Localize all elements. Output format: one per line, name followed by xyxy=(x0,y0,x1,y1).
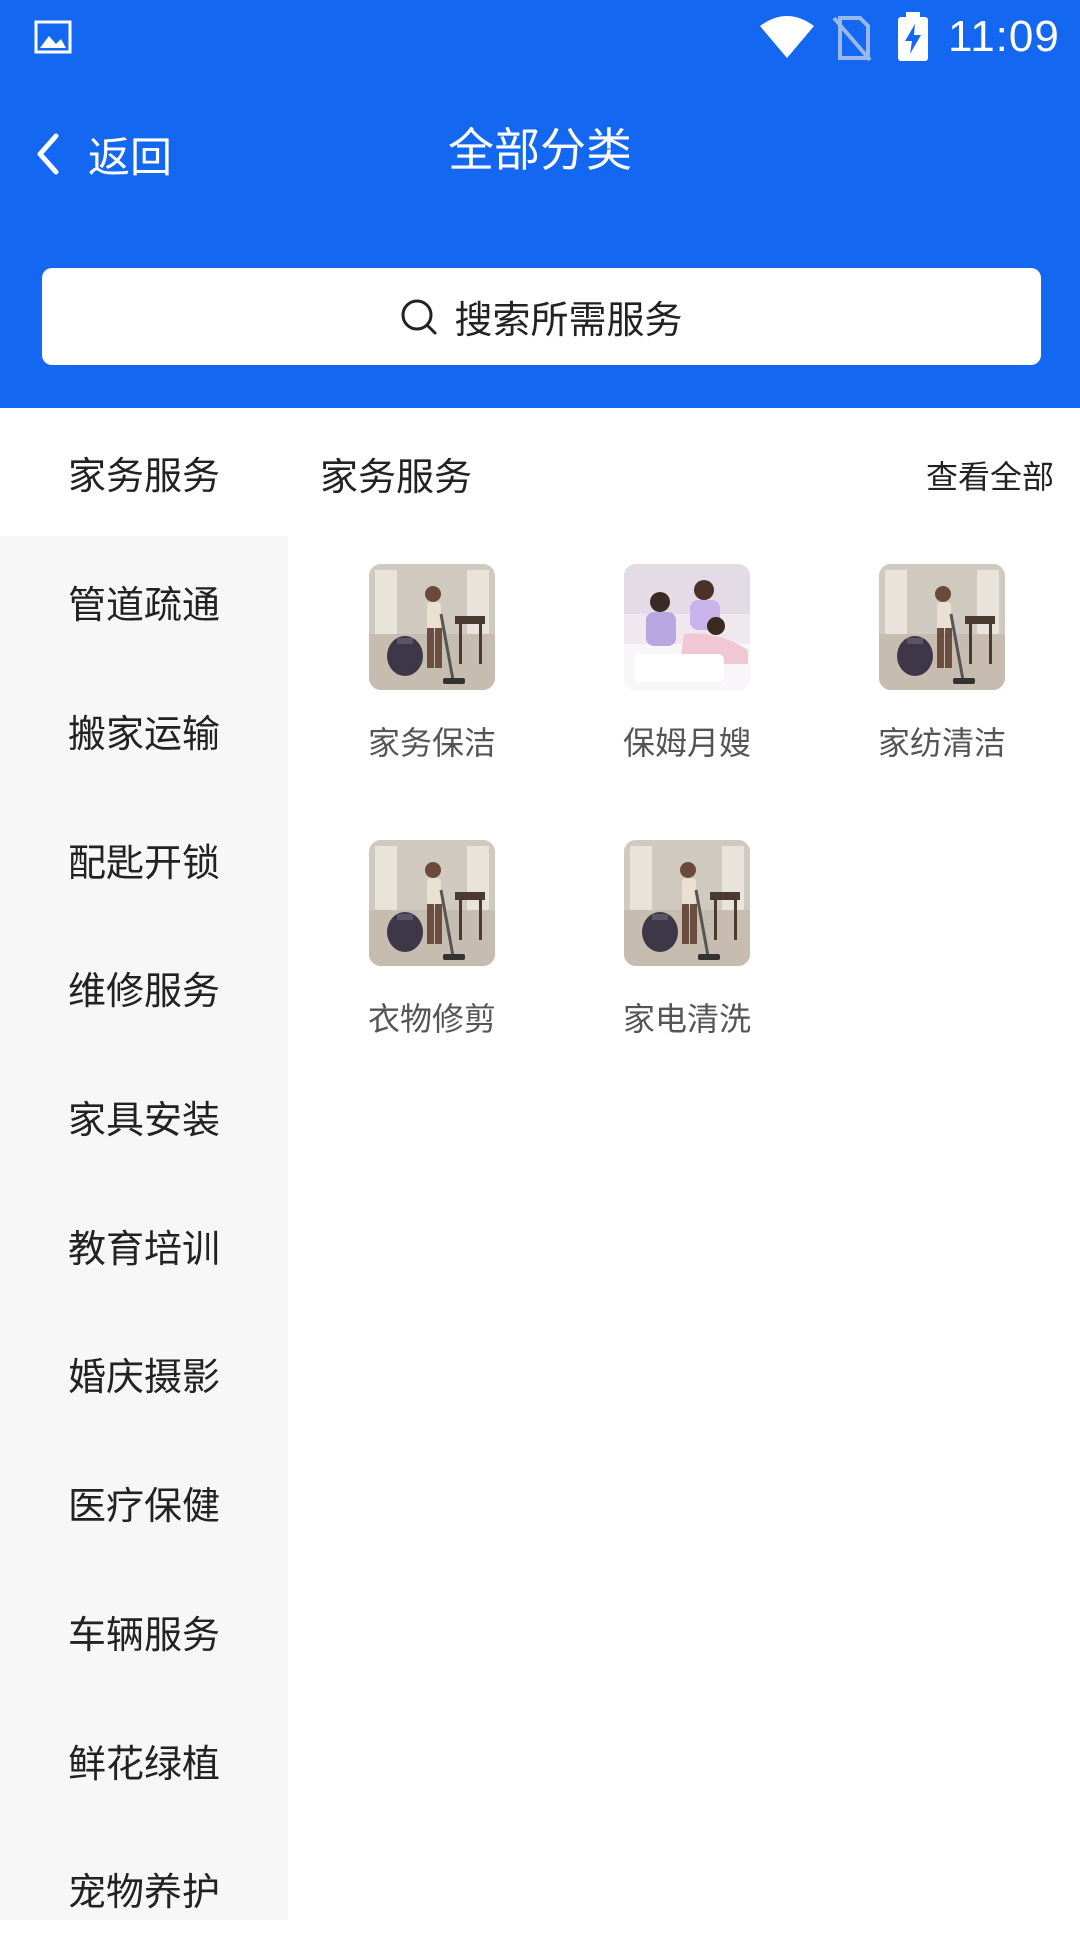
vacuum-cleaning-photo xyxy=(369,840,495,966)
vacuum-cleaning-photo xyxy=(879,564,1005,690)
search-icon xyxy=(401,299,437,334)
service-item-label: 家电清洗 xyxy=(622,1000,751,1038)
category-sidebar: 家务服务 管道疏通 搬家运输 配匙开锁 维修服务 家具安装 教育培训 婚庆摄影 … xyxy=(0,408,288,1920)
search-placeholder: 搜索所需服务 xyxy=(454,298,683,342)
section-title: 家务服务 xyxy=(320,455,473,499)
service-item-label: 保姆月嫂 xyxy=(622,724,751,762)
sidebar-item-repair[interactable]: 维修服务 xyxy=(0,923,288,1051)
service-item-label: 衣物修剪 xyxy=(367,1000,496,1038)
no-sim-icon xyxy=(832,16,872,62)
status-bar: 11:09 xyxy=(0,0,1080,78)
battery-charging-icon xyxy=(898,12,928,61)
service-item-housekeeping[interactable]: 家务保洁 xyxy=(332,564,532,764)
vacuum-cleaning-photo xyxy=(624,840,750,966)
page-title: 全部分类 xyxy=(448,123,632,177)
service-item-label: 家务保洁 xyxy=(367,724,496,762)
sidebar-item-household[interactable]: 家务服务 xyxy=(0,408,288,536)
sidebar-item-moving[interactable]: 搬家运输 xyxy=(0,666,288,794)
nanny-care-photo xyxy=(624,564,750,690)
service-item-appliance-cleaning[interactable]: 家电清洗 xyxy=(587,840,787,1040)
service-item-label: 家纺清洁 xyxy=(877,724,1006,762)
sidebar-item-education[interactable]: 教育培训 xyxy=(0,1181,288,1309)
sidebar-item-flowers[interactable]: 鲜花绿植 xyxy=(0,1696,288,1824)
header: 11:09 返回 全部分类 搜索所需服务 xyxy=(0,0,1080,408)
sidebar-item-pet-care[interactable]: 宠物养护 xyxy=(0,1824,288,1952)
sidebar-item-vehicle[interactable]: 车辆服务 xyxy=(0,1567,288,1695)
sidebar-item-pipe-dredging[interactable]: 管道疏通 xyxy=(0,537,288,665)
search-input[interactable]: 搜索所需服务 xyxy=(42,268,1041,365)
sidebar-item-furniture-install[interactable]: 家具安装 xyxy=(0,1052,288,1180)
view-all-link[interactable]: 查看全部 xyxy=(926,452,1054,498)
wifi-icon xyxy=(760,16,814,58)
service-item-nanny[interactable]: 保姆月嫂 xyxy=(587,564,787,764)
service-item-textile-cleaning[interactable]: 家纺清洁 xyxy=(842,564,1042,764)
sidebar-item-wedding-photo[interactable]: 婚庆摄影 xyxy=(0,1309,288,1437)
vacuum-cleaning-photo xyxy=(369,564,495,690)
sidebar-item-locksmith[interactable]: 配匙开锁 xyxy=(0,795,288,923)
sidebar-item-healthcare[interactable]: 医疗保健 xyxy=(0,1438,288,1566)
category-content: 家务服务 查看全部 家务保洁 保姆月嫂 家纺清洁 衣物修剪 家电清洗 xyxy=(288,408,1080,1920)
gallery-icon xyxy=(34,20,72,54)
status-time: 11:09 xyxy=(948,12,1060,61)
service-item-clothes-trimming[interactable]: 衣物修剪 xyxy=(332,840,532,1040)
